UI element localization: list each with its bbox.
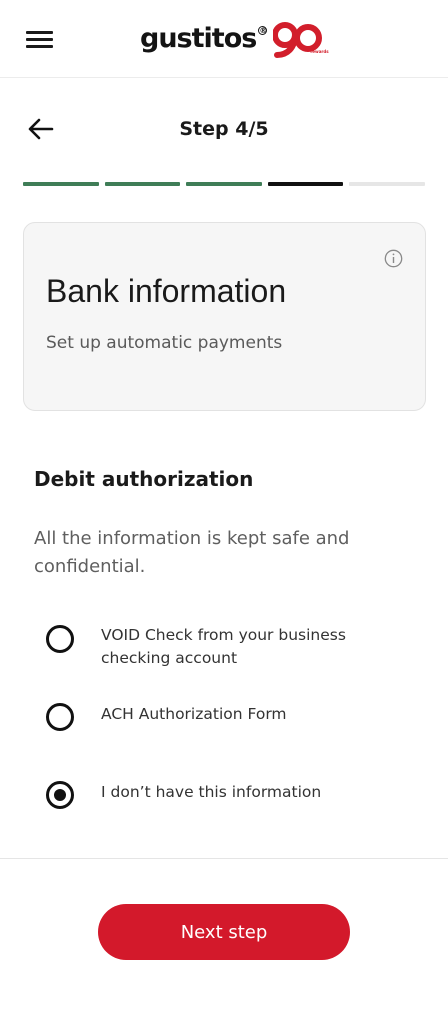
progress-segment-2 [104,182,181,186]
option-ach-form[interactable]: ACH Authorization Form [46,702,406,734]
app-header: gustitos ® rewards [0,0,448,78]
progress-segment-5 [349,182,425,186]
footer-divider [0,858,448,859]
bank-information-card: Bank information Set up automatic paymen… [23,222,426,411]
radio-button[interactable] [46,625,74,653]
logo-text: gustitos [140,23,257,54]
logo-badge-caption: rewards [310,49,329,54]
option-label: ACH Authorization Form [101,705,287,723]
step-progress-bar [23,182,425,187]
radio-button[interactable] [46,703,74,731]
section-description: All the information is kept safe and con… [34,528,350,577]
option-label: VOID Check from your business checking a… [101,626,346,667]
step-title: Step 4/5 [179,118,269,140]
option-no-information[interactable]: I don’t have this information [46,780,406,812]
hamburger-menu-icon[interactable] [26,29,54,49]
radio-button[interactable] [46,781,74,809]
section-title: Debit authorization [34,467,254,491]
progress-segment-3 [186,182,262,186]
progress-segment-4 [267,182,344,186]
option-void-check[interactable]: VOID Check from your business checking a… [46,623,406,671]
option-label: I don’t have this information [101,783,322,801]
card-subtitle: Set up automatic payments [46,333,283,353]
gustitos-logo[interactable]: gustitos ® rewards [140,22,329,62]
progress-segment-1 [23,182,99,186]
card-title: Bank information [46,273,287,309]
step-header: Step 4/5 [0,108,448,154]
next-step-button[interactable]: Next step [98,904,350,960]
info-icon[interactable] [384,249,403,268]
registered-mark-icon: ® [258,26,268,35]
logo-badge: rewards [273,22,329,58]
